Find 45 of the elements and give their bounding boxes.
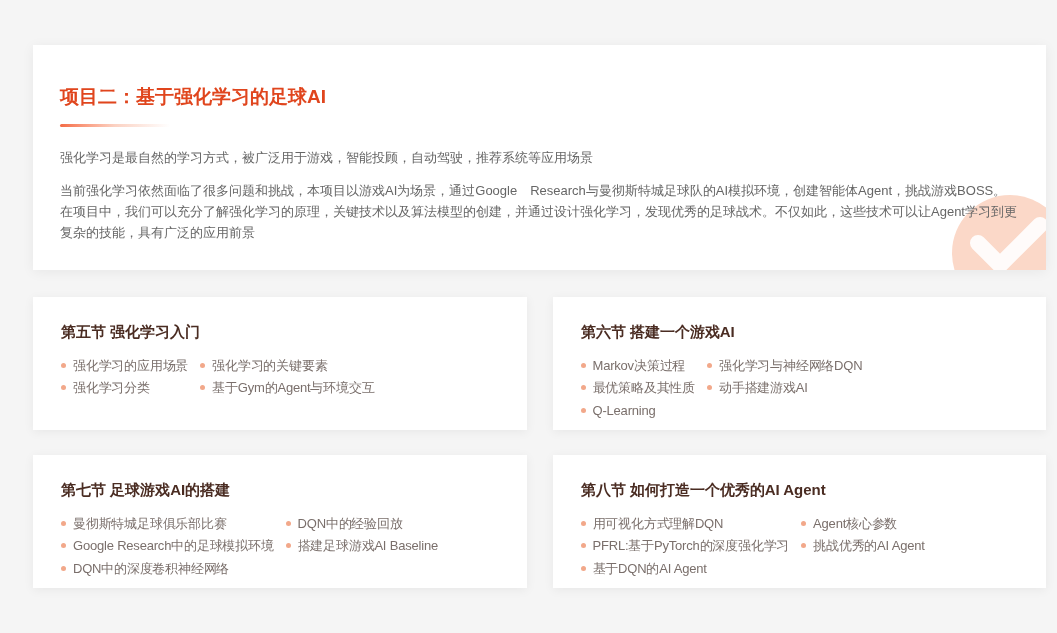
section-title: 第五节 强化学习入门 (61, 322, 202, 342)
bullet-icon (580, 385, 586, 391)
topic-item: 强化学习与神经网络DQN (718, 356, 863, 375)
project-title: 项目二：基于强化学习的足球AI (60, 85, 327, 109)
topic-item: 基于DQN的AI Agent (592, 559, 707, 578)
topic-item: Agent核心参数 (813, 514, 898, 533)
topic-item: 强化学习分类 (73, 379, 150, 397)
description-paragraph: 强化学习是最自然的学习方式，被广泛用于游戏，智能投顾，自动驾驶，推荐系统等应用场景 (60, 148, 594, 167)
bullet-icon (706, 385, 712, 391)
topic-item: 基于Gym的Agent与环境交互 (212, 379, 375, 397)
bullet-icon (801, 543, 807, 549)
bullet-icon (580, 565, 586, 571)
bullet-icon (285, 543, 291, 549)
bullet-icon (801, 520, 807, 526)
bullet-icon (61, 565, 66, 571)
topic-item: 最优策略及其性质 (592, 379, 695, 397)
topic-item: DQN中的经验回放 (297, 514, 403, 533)
section-title: 第八节 如何打造一个优秀的AI Agent (580, 480, 827, 500)
topic-item: 搭建足球游戏AI Baseline (297, 537, 438, 555)
section-title: 第七节 足球游戏AI的搭建 (61, 480, 232, 500)
topic-item: Google Research中的足球模拟环境 (73, 537, 274, 555)
topic-item: 挑战优秀的AI Agent (813, 537, 925, 555)
bullet-icon (580, 543, 586, 549)
bullet-icon (61, 520, 66, 526)
bullet-icon (200, 385, 206, 391)
topic-item: Q-Learning (592, 401, 656, 420)
bullet-icon (61, 362, 66, 368)
bullet-icon (706, 362, 712, 368)
description-paragraph: 当前强化学习依然面临了很多问题和挑战，本项目以游戏AI为场景，通过Google Research与曼彻斯特城足球队的AI模拟环境，创建智能体Agent，挑战游戏BOSS。在项目中，我们可以充分了解强化学习的原理，关键技术以及算法模型的创建，并通过设计强化学习，发现优秀的足球战术。不仅如此，这些技术可以让Agent学习到更复杂的技能，具有广泛的应用前景 (60, 181, 1018, 242)
bullet-icon (61, 385, 66, 391)
topic-item: 强化学习的关键要素 (212, 356, 328, 375)
topic-item: 动手搭建游戏AI (718, 379, 808, 397)
topic-item: PFRL:基于PyTorch的深度强化学习 (592, 537, 790, 555)
bullet-icon (580, 407, 586, 413)
bullet-icon (61, 543, 66, 549)
section-title: 第六节 搭建一个游戏AI (580, 322, 736, 342)
bullet-icon (200, 362, 206, 368)
bullet-icon (580, 362, 586, 368)
topic-item: Markov决策过程 (592, 356, 686, 375)
bullet-icon (285, 520, 291, 526)
topic-item: 曼彻斯特城足球俱乐部比赛 (73, 514, 227, 533)
topic-item: 用可视化方式理解DQN (592, 514, 724, 533)
topic-item: 强化学习的应用场景 (73, 356, 189, 375)
topic-item: DQN中的深度卷积神经网络 (73, 559, 230, 578)
bullet-icon (580, 520, 586, 526)
